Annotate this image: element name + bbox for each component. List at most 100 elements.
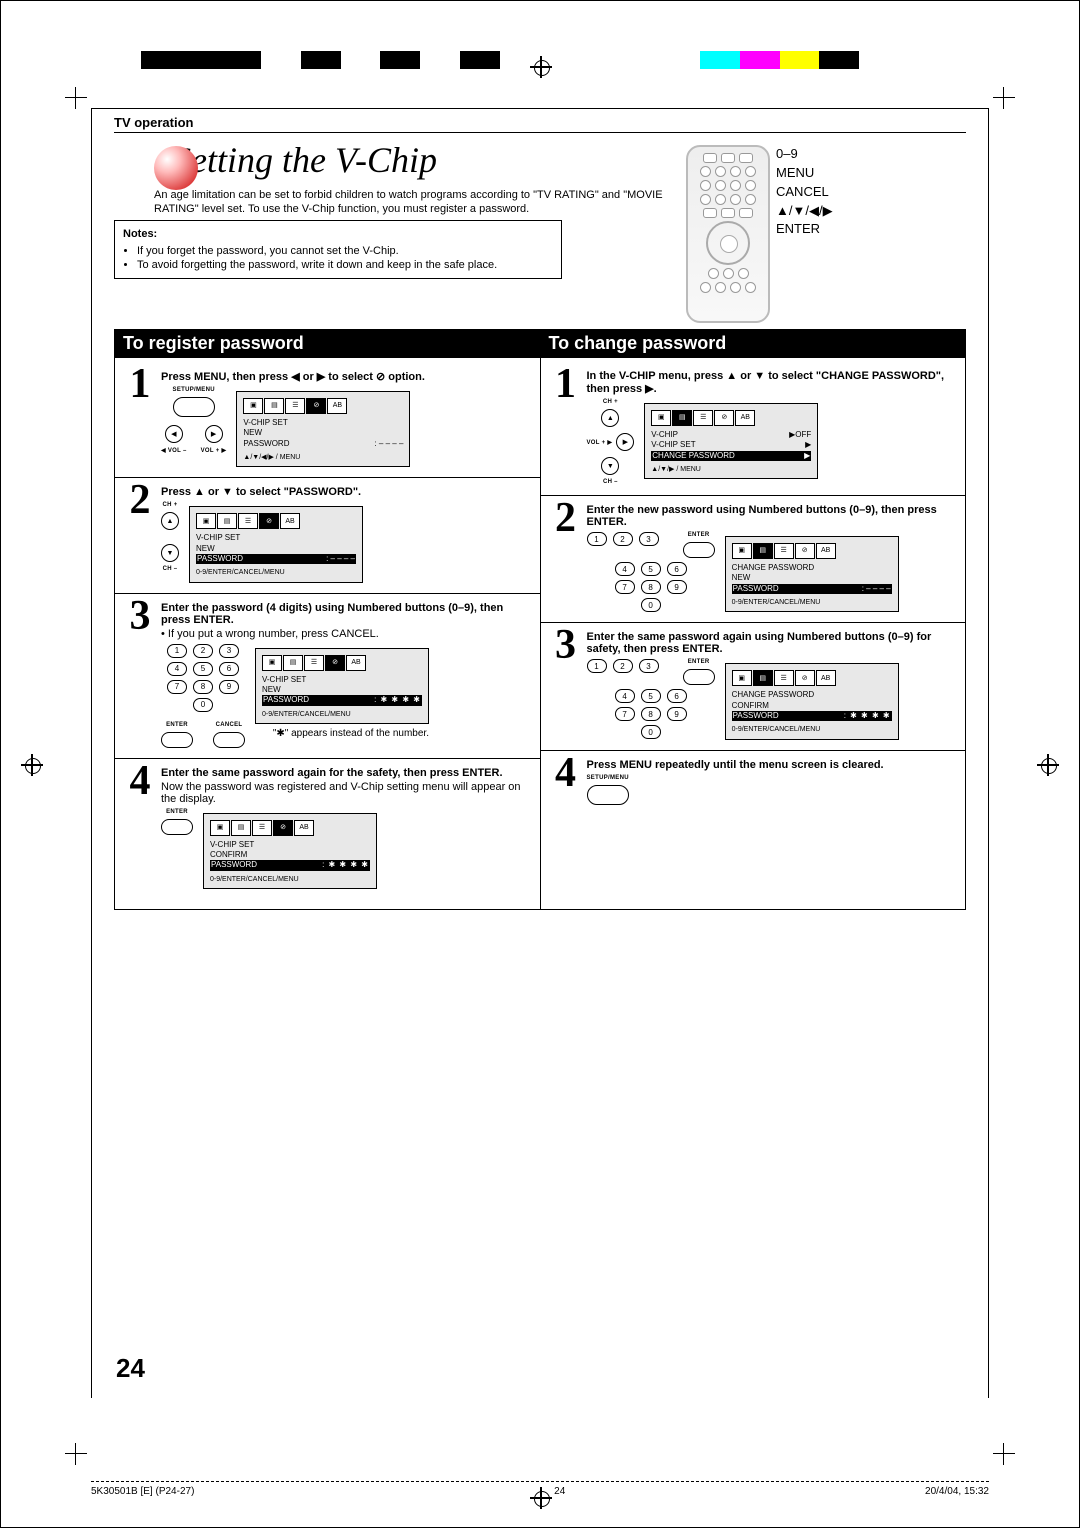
- step: 2 Press ▲ or ▼ to select "PASSWORD". CH …: [125, 484, 530, 582]
- button-label: ◀ VOL –: [161, 447, 187, 454]
- osd-footer: 0-9/ENTER/CANCEL/MENU: [210, 875, 370, 884]
- remote-label-cancel: CANCEL: [776, 183, 833, 202]
- up-arrow-icon: ▲: [161, 512, 179, 530]
- button-label: CANCEL: [216, 722, 243, 728]
- button-label: VOL + ▶: [587, 439, 613, 446]
- crop-mark-icon: [65, 87, 87, 109]
- osd-screen: ▣▤☰⊘AB V-CHIP SET NEW PASSWORD: – – – – …: [189, 506, 363, 582]
- step-lead: In the V-CHIP menu, press ▲ or ▼ to sele…: [587, 370, 956, 395]
- button-label: ENTER: [166, 809, 188, 815]
- enter-button-icon: [161, 819, 193, 835]
- page-title-text: Setting the V-Chip: [173, 140, 437, 180]
- step: 3 Enter the password (4 digits) using Nu…: [125, 600, 530, 748]
- button-label: CH +: [162, 502, 177, 508]
- step: 1 Press MENU, then press ◀ or ▶ to selec…: [125, 368, 530, 467]
- notes-box: Notes: If you forget the password, you c…: [114, 220, 562, 279]
- remote-icon: [686, 145, 770, 323]
- button-label: ENTER: [688, 532, 710, 538]
- page-number: 24: [116, 1353, 145, 1384]
- step-number: 1: [551, 368, 581, 485]
- intro-text: An age limitation can be set to forbid c…: [154, 188, 666, 217]
- osd-screen: ▣▤☰⊘AB CHANGE PASSWORD CONFIRM PASSWORD:…: [725, 663, 899, 739]
- step-lead: Enter the same password again for the sa…: [161, 767, 530, 779]
- down-arrow-icon: ▼: [601, 457, 619, 475]
- remote-label-enter: ENTER: [776, 220, 833, 239]
- menu-button-icon: [173, 397, 215, 417]
- page-title: Setting the V-Chip: [154, 139, 666, 186]
- footer-right: 20/4/04, 15:32: [925, 1486, 989, 1497]
- step-lead: Enter the new password using Numbered bu…: [587, 504, 956, 528]
- osd-footer: 0-9/ENTER/CANCEL/MENU: [732, 725, 892, 734]
- sphere-icon: [154, 146, 198, 190]
- remote-illustration: 0–9 MENU CANCEL ▲/▼/◀/▶ ENTER: [686, 135, 966, 323]
- down-arrow-icon: ▼: [161, 544, 179, 562]
- notes-heading: Notes:: [123, 227, 553, 241]
- osd-footer: 0-9/ENTER/CANCEL/MENU: [732, 598, 892, 607]
- step-body: • If you put a wrong number, press CANCE…: [161, 628, 530, 640]
- step-body: Now the password was registered and V-Ch…: [161, 781, 530, 805]
- step: 4 Press MENU repeatedly until the menu s…: [551, 757, 956, 805]
- osd-title: V-CHIP SET: [196, 533, 356, 543]
- step-number: 1: [125, 368, 155, 467]
- column-heading: To register password: [115, 329, 540, 358]
- registration-mark-icon: [530, 56, 552, 78]
- footer-center: 24: [554, 1486, 565, 1497]
- button-label: CH –: [163, 566, 178, 572]
- up-arrow-icon: ▲: [601, 409, 619, 427]
- number-pad-icon: 123 ENTER 456 789 0: [587, 659, 715, 739]
- left-arrow-icon: ◀: [165, 425, 183, 443]
- step-lead: Enter the password (4 digits) using Numb…: [161, 602, 530, 626]
- osd-screen: ▣▤☰⊘AB V-CHIP SET CONFIRM PASSWORD: ✱ ✱ …: [203, 813, 377, 889]
- remote-label-digits: 0–9: [776, 145, 833, 164]
- osd-title: V-CHIP SET: [262, 675, 422, 685]
- enter-button-icon: [161, 732, 193, 748]
- step-lead: Enter the same password again using Numb…: [587, 631, 956, 655]
- content-area: TV operation Setting the V-Chip An age l…: [91, 108, 989, 1398]
- osd-title: CHANGE PASSWORD: [732, 690, 892, 700]
- footer-left: 5K30501B [E] (P24-27): [91, 1486, 194, 1497]
- section-label: TV operation: [114, 115, 966, 130]
- registration-mark-icon: [1037, 754, 1059, 776]
- step: 4 Enter the same password again for the …: [125, 765, 530, 889]
- menu-button-icon: [587, 785, 629, 805]
- crop-mark-icon: [993, 87, 1015, 109]
- osd-footer: ▲/▼/◀/▶ / MENU: [243, 453, 403, 462]
- number-pad-icon: 123 456 789 0 ENTER CANCEL: [161, 644, 245, 748]
- enter-button-icon: [683, 669, 715, 685]
- remote-labels: 0–9 MENU CANCEL ▲/▼/◀/▶ ENTER: [776, 145, 833, 239]
- step: 1 In the V-CHIP menu, press ▲ or ▼ to se…: [551, 368, 956, 485]
- registration-mark-icon: [21, 754, 43, 776]
- osd-screen: ▣▤☰⊘AB CHANGE PASSWORD NEW PASSWORD: – –…: [725, 536, 899, 612]
- button-label: VOL + ▶: [201, 447, 227, 454]
- button-label: CH +: [603, 399, 618, 405]
- crop-mark-icon: [65, 1443, 87, 1465]
- osd-title: CHANGE PASSWORD: [732, 563, 892, 573]
- osd-footer: 0-9/ENTER/CANCEL/MENU: [262, 710, 422, 719]
- button-label: ENTER: [166, 722, 188, 728]
- osd-screen: ▣▤☰⊘AB V-CHIP SET NEW PASSWORD: – – – – …: [236, 391, 410, 467]
- osd-title: V-CHIP SET: [210, 840, 370, 850]
- cancel-button-icon: [213, 732, 245, 748]
- note-item: To avoid forgetting the password, write …: [137, 258, 553, 272]
- step-lead: Press ▲ or ▼ to select "PASSWORD".: [161, 486, 530, 498]
- step-number: 3: [551, 629, 581, 739]
- column-heading: To change password: [541, 329, 966, 358]
- step: 3 Enter the same password again using Nu…: [551, 629, 956, 739]
- osd-screen: ▣▤☰⊘AB V-CHIP▶OFF V-CHIP SET▶ CHANGE PAS…: [644, 403, 818, 479]
- osd-footer: 0-9/ENTER/CANCEL/MENU: [196, 568, 356, 577]
- step-number: 4: [551, 757, 581, 805]
- step-number: 3: [125, 600, 155, 748]
- right-arrow-icon: ▶: [616, 433, 634, 451]
- osd-title: V-CHIP SET: [243, 418, 403, 428]
- step-number: 2: [551, 502, 581, 612]
- step: 2 Enter the new password using Numbered …: [551, 502, 956, 612]
- step-number: 2: [125, 484, 155, 582]
- button-label: ENTER: [688, 659, 710, 665]
- remote-label-menu: MENU: [776, 164, 833, 183]
- crop-mark-icon: [993, 1443, 1015, 1465]
- osd-screen: ▣▤☰⊘AB V-CHIP SET NEW PASSWORD: ✱ ✱ ✱ ✱ …: [255, 648, 429, 724]
- manual-page: TV operation Setting the V-Chip An age l…: [0, 0, 1080, 1528]
- enter-button-icon: [683, 542, 715, 558]
- button-label: SETUP/MENU: [173, 387, 215, 393]
- register-password-column: To register password 1 Press MENU, then …: [114, 329, 540, 910]
